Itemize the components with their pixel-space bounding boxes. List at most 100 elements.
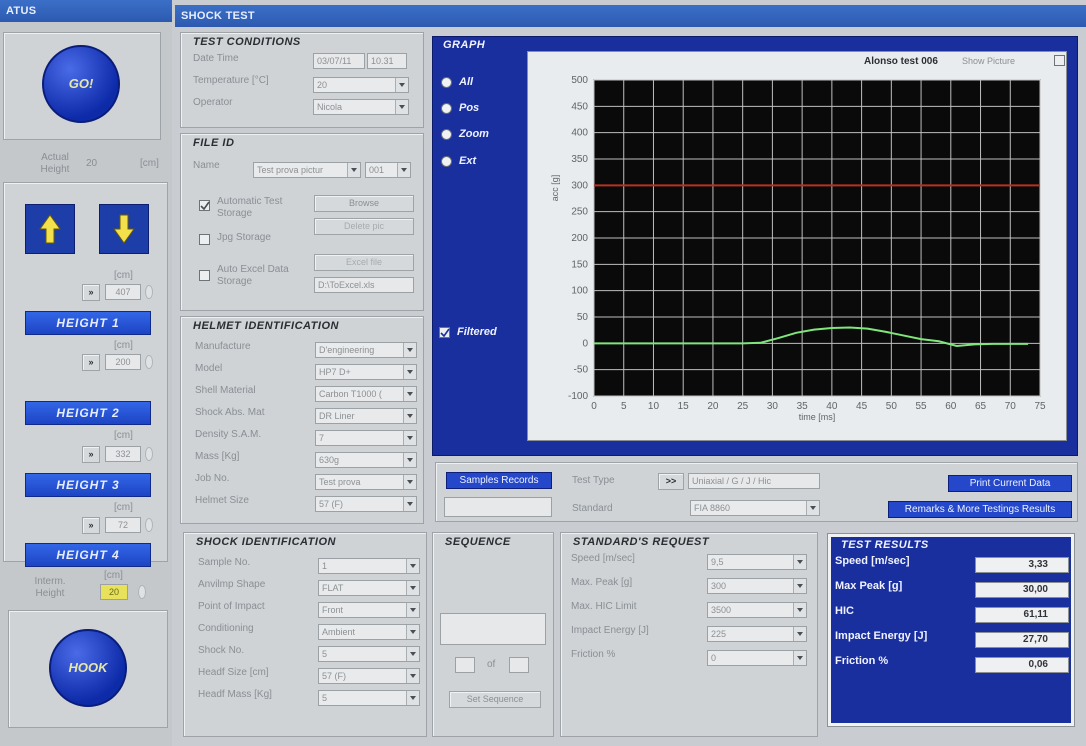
check-icon [440,328,450,338]
excel-path-field[interactable]: D:\ToExcel.xls [314,277,414,293]
sequence-to-field[interactable] [509,657,529,673]
height1-button[interactable]: HEIGHT 1 [25,311,151,335]
standard-row-select[interactable]: 9,5 [707,554,807,570]
y-tick-label: 300 [571,180,588,191]
operator-select[interactable]: Nicola [313,99,409,115]
standard-request-group: STANDARD'S REQUEST Speed [m/sec] 9,5 Max. … [560,532,818,737]
standard-select[interactable]: FIA 8860 [690,500,820,516]
radio-all-label: All [459,76,474,88]
helmet-row-select[interactable]: Test prova [315,474,417,490]
height3-button[interactable]: HEIGHT 3 [25,473,151,497]
radio-zoom[interactable] [441,129,452,140]
standard-row-select[interactable]: 225 [707,626,807,642]
shock-row-select[interactable]: Ambient [318,624,420,640]
height2-button[interactable]: HEIGHT 2 [25,401,151,425]
helmet-row-label: Model [195,363,223,374]
standard-row-value: 3500 [711,605,732,615]
auto-excel-checkbox[interactable] [199,270,210,281]
y-axis-label: acc [g] [550,175,560,202]
jpg-storage-checkbox[interactable] [199,234,210,245]
x-tick-label: 50 [886,401,898,412]
delete-pic-button[interactable]: Delete pic [314,218,414,235]
shock-row-value: 5 [322,649,328,659]
height4-spin[interactable] [145,518,153,532]
name-select[interactable]: Test prova pictur [253,162,361,178]
helmet-row-select[interactable]: DR Liner [315,408,417,424]
temperature-label: Temperature [°C] [193,75,269,86]
height3-value[interactable]: 332 [105,446,141,462]
sequence-from-field[interactable] [455,657,475,673]
result-value: 61,11 [975,607,1069,623]
height3-set-button[interactable]: » [82,446,100,463]
file-id-group: FILE ID Name Test prova pictur 001 Autom… [180,133,424,311]
test-results-title: TEST RESULTS [841,539,929,551]
standard-row-value: 300 [711,581,727,591]
shock-row-label: Headf Mass [Kg] [198,689,272,700]
standard-row-select[interactable]: 300 [707,578,807,594]
height1-value[interactable]: 407 [105,284,141,300]
down-arrow-button[interactable] [99,204,149,254]
temperature-select[interactable]: 20 [313,77,409,93]
height2-value[interactable]: 200 [105,354,141,370]
height3-spin[interactable] [145,447,153,461]
helmet-row-select[interactable]: Carbon T1000 ( [315,386,417,402]
records-bar: Samples Records Test Type >> Uniaxial / … [435,462,1078,522]
time-field[interactable]: 10.31 [367,53,407,69]
y-tick-label: 500 [571,75,588,86]
helmet-row-select[interactable]: 630g [315,452,417,468]
shock-row-select[interactable]: 1 [318,558,420,574]
browse-button[interactable]: Browse [314,195,414,212]
samples-records-button[interactable]: Samples Records [446,472,552,489]
print-current-data-button[interactable]: Print Current Data [948,475,1072,492]
standard-row-select[interactable]: 3500 [707,602,807,618]
excel-file-button[interactable]: Excel file [314,254,414,271]
name-index-select[interactable]: 001 [365,162,411,178]
radio-pos[interactable] [441,103,452,114]
height4-button[interactable]: HEIGHT 4 [25,543,151,567]
shock-row-select[interactable]: 5 [318,646,420,662]
y-tick-label: -100 [568,391,588,402]
helmet-row-select[interactable]: 7 [315,430,417,446]
helmet-row-select[interactable]: D'engineering [315,342,417,358]
set-sequence-button[interactable]: Set Sequence [449,691,541,708]
shock-row-select[interactable]: 5 [318,690,420,706]
helmet-row-value: Carbon T1000 ( [319,389,382,399]
name-value: Test prova pictur [257,165,324,175]
go-button[interactable]: GO! [42,45,120,123]
shock-row-select[interactable]: 57 (F) [318,668,420,684]
result-value: 27,70 [975,632,1069,648]
test-type-nav-button[interactable]: >> [658,473,684,490]
interm-height-value[interactable]: 20 [100,584,128,600]
hook-button[interactable]: HOOK [49,629,127,707]
height2-spin[interactable] [145,355,153,369]
height3-unit: [cm] [114,430,133,441]
up-arrow-button[interactable] [25,204,75,254]
date-field[interactable]: 03/07/11 [313,53,365,69]
height4-value[interactable]: 72 [105,517,141,533]
main-title: SHOCK TEST [175,5,1086,27]
test-type-label: Test Type [572,475,615,486]
radio-ext[interactable] [441,156,452,167]
height2-set-button[interactable]: » [82,354,100,371]
remarks-button[interactable]: Remarks & More Testings Results [888,501,1072,518]
shock-row-select[interactable]: Front [318,602,420,618]
radio-all[interactable] [441,77,452,88]
standard-row-select[interactable]: 0 [707,650,807,666]
height1-set-button[interactable]: » [82,284,100,301]
height1-spin[interactable] [145,285,153,299]
helmet-row-select[interactable]: 57 (F) [315,496,417,512]
helmet-row-label: Density S.A.M. [195,429,262,440]
temperature-value: 20 [317,80,328,90]
status-panel: GO! Actual Height 20 [cm] [cm] » 407 HEI… [0,22,172,746]
y-tick-label: 50 [577,312,589,323]
shock-row-select[interactable]: FLAT [318,580,420,596]
auto-test-checkbox[interactable] [199,200,210,211]
filtered-checkbox[interactable] [439,327,450,338]
test-results-group: TEST RESULTS Speed [m/sec] 3,33 Max Peak [… [827,533,1075,727]
chevron-down-icon [403,497,416,511]
shock-row-value: 5 [322,693,328,703]
interm-height-spin[interactable] [138,585,146,599]
helmet-row-select[interactable]: HP7 D+ [315,364,417,380]
x-tick-label: 10 [648,401,660,412]
height4-set-button[interactable]: » [82,517,100,534]
